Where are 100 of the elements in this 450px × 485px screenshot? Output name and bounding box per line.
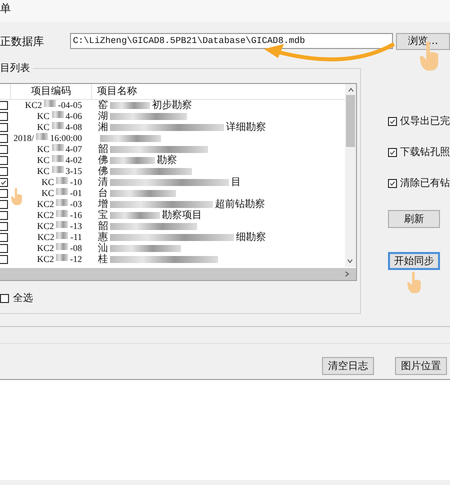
table-cell-text: 增 — [98, 199, 108, 210]
scroll-down-icon[interactable] — [347, 258, 353, 264]
table-cell-text: 佛 — [98, 155, 108, 166]
blurred-text — [52, 144, 64, 151]
table-cell-text: KC — [41, 188, 54, 199]
table-cell-text: -04-05 — [58, 100, 82, 111]
checkbox[interactable] — [0, 294, 9, 302]
checkbox[interactable] — [0, 244, 8, 253]
table-cell-text: KC2 — [36, 221, 54, 232]
checkbox[interactable] — [0, 112, 8, 121]
path-field[interactable]: C:\LiZheng\GICAD8.5PB21\Database\GICAD8.mdb — [70, 33, 394, 49]
checkbox[interactable] — [0, 145, 8, 154]
table-cell-text: -01 — [70, 188, 82, 199]
table-cell-text: KC2 — [36, 254, 54, 265]
table-cell-text: KC — [36, 111, 50, 122]
vertical-scrollbar[interactable] — [345, 84, 356, 267]
blurred-text — [52, 111, 64, 118]
group-title: 目列表 — [0, 61, 33, 75]
checkbox[interactable] — [0, 167, 8, 176]
checkbox[interactable] — [0, 178, 8, 187]
table-cell-text: 窑 — [98, 100, 108, 111]
blurred-text — [110, 157, 155, 164]
table-cell-text: 湘 — [98, 122, 108, 133]
blurred-text — [52, 122, 64, 129]
blurred-text — [56, 232, 68, 239]
table-cell-text: 台 — [98, 188, 108, 199]
table-cell-text: 2018/ — [13, 133, 34, 144]
table-cell-text: KC2 — [36, 199, 54, 210]
window-title: 单 — [0, 0, 450, 22]
table-cell-text: KC2 — [37, 232, 54, 243]
table-cell-text: -08 — [70, 243, 82, 254]
table-cell-text: 韶 — [98, 221, 108, 232]
table-cell-text: KC2 — [36, 243, 54, 254]
blurred-text — [56, 210, 68, 217]
table-cell-text: 湖 — [98, 111, 108, 122]
table-cell-text: 4-08 — [66, 122, 82, 133]
blurred-text — [36, 133, 48, 140]
field-label: 正数据库 — [0, 34, 45, 48]
blurred-text — [56, 243, 68, 250]
checkbox[interactable] — [0, 255, 8, 264]
blurred-text — [110, 102, 150, 109]
checkbox[interactable] — [0, 233, 8, 242]
table-cell-text: 勘察项目 — [162, 210, 202, 221]
horizontal-scrollbar[interactable] — [0, 268, 356, 280]
table-cell-text: -13 — [70, 221, 82, 232]
checkbox[interactable] — [0, 211, 8, 220]
table-cell-text: 4-06 — [66, 111, 82, 122]
table-cell-text: KC — [36, 155, 50, 166]
table-cell-text: KC — [41, 177, 54, 188]
column-header[interactable]: 项目名称 — [92, 84, 344, 99]
table-cell-text: KC2 — [24, 100, 42, 111]
checkbox[interactable] — [0, 123, 8, 132]
blurred-text — [56, 199, 68, 206]
table-cell-text: 惠 — [98, 232, 108, 243]
checkbox[interactable] — [0, 156, 8, 165]
table-cell-text: -12 — [70, 254, 82, 265]
table-cell-text: 清 — [98, 177, 108, 188]
blurred-text — [110, 212, 160, 219]
checkbox[interactable] — [0, 222, 8, 231]
checkbox[interactable] — [388, 148, 397, 156]
checkbox[interactable] — [0, 134, 8, 143]
table-cell-text: 佛 — [98, 166, 108, 177]
scroll-thumb[interactable] — [346, 95, 355, 147]
blurred-text — [52, 155, 64, 162]
scroll-up-icon[interactable] — [348, 87, 354, 93]
checkbox[interactable] — [0, 189, 8, 198]
table-cell-text: 桂 — [98, 254, 108, 265]
table-cell-text: 4-02 — [66, 155, 82, 166]
table-cell-text: 超前钻勘察 — [215, 199, 265, 210]
column-header[interactable]: 项目编码 — [11, 84, 92, 99]
checkbox[interactable] — [388, 178, 397, 188]
table-cell-text: 细勘察 — [236, 232, 266, 243]
table-cell-text: 16:00:00 — [50, 133, 82, 144]
blurred-text — [52, 166, 64, 173]
checkbox-label: 仅导出已完 — [400, 114, 450, 128]
checkbox[interactable] — [388, 116, 397, 126]
scroll-right-icon[interactable] — [344, 271, 350, 277]
blurred-text — [110, 190, 176, 197]
checkbox[interactable] — [0, 200, 8, 209]
blurred-text — [110, 245, 181, 252]
table-cell-text: 3-15 — [66, 166, 82, 177]
table-cell-text: KC — [36, 122, 50, 133]
table-cell-text: -16 — [70, 210, 82, 221]
checkbox-label: 清除已有钻 — [400, 176, 450, 190]
table-cell-text: -10 — [70, 177, 82, 188]
table-cell-text: 汕 — [98, 243, 108, 254]
table-cell-text: 勘察 — [157, 155, 177, 166]
table-cell-text: 韶 — [98, 144, 108, 155]
table-cell-text: 详细勘察 — [226, 122, 266, 133]
log-button[interactable]: 图片位置 — [395, 357, 447, 375]
table-cell-text: 4-07 — [66, 144, 82, 155]
log-button[interactable]: 清空日志 — [322, 357, 374, 375]
blurred-text — [56, 221, 68, 228]
refresh-button[interactable]: 刷新 — [388, 210, 440, 228]
hand-pointer-icon — [406, 271, 422, 294]
sync-button[interactable]: 开始同步 — [388, 252, 440, 270]
table-cell-text: 宝 — [98, 210, 108, 221]
checkbox[interactable] — [0, 101, 8, 110]
table-cell-text: 初步勘察 — [152, 100, 192, 111]
checkbox-label: 下载钻孔照 — [400, 146, 450, 159]
